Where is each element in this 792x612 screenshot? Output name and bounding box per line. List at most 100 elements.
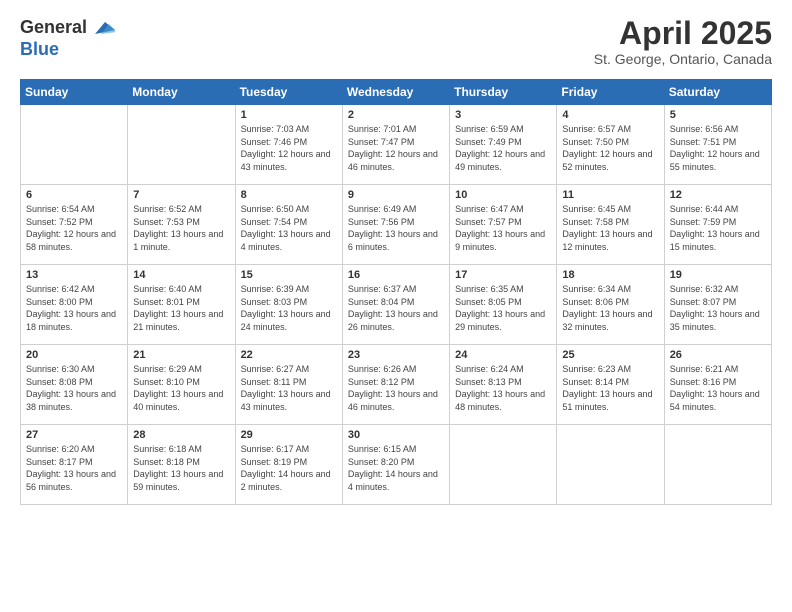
day-info: Sunrise: 6:20 AMSunset: 8:17 PMDaylight:… (26, 443, 122, 493)
day-cell (128, 105, 235, 185)
header: General Blue April 2025 St. George, Onta… (20, 16, 772, 67)
day-info: Sunrise: 6:44 AMSunset: 7:59 PMDaylight:… (670, 203, 766, 253)
day-info: Sunrise: 6:45 AMSunset: 7:58 PMDaylight:… (562, 203, 658, 253)
week-row-3: 13 Sunrise: 6:42 AMSunset: 8:00 PMDayligh… (21, 265, 772, 345)
day-number: 25 (562, 349, 658, 361)
logo-icon (91, 16, 115, 40)
week-row-2: 6Sunrise: 6:54 AMSunset: 7:52 PMDaylight… (21, 185, 772, 265)
col-sunday: Sunday (21, 80, 128, 105)
day-number: 14 (133, 269, 229, 281)
day-info: Sunrise: 6:21 AMSunset: 8:16 PMDaylight:… (670, 363, 766, 413)
day-cell: 6Sunrise: 6:54 AMSunset: 7:52 PMDaylight… (21, 185, 128, 265)
day-info: Sunrise: 7:01 AMSunset: 7:47 PMDaylight:… (348, 123, 444, 173)
day-info: Sunrise: 6:35 AMSunset: 8:05 PMDaylight:… (455, 283, 551, 333)
day-number: 27 (26, 429, 122, 441)
day-info: Sunrise: 6:29 AMSunset: 8:10 PMDaylight:… (133, 363, 229, 413)
day-cell: 22 Sunrise: 6:27 AMSunset: 8:11 PMDayligh… (235, 345, 342, 425)
day-cell: 23 Sunrise: 6:26 AMSunset: 8:12 PMDayligh… (342, 345, 449, 425)
day-cell: 12 Sunrise: 6:44 AMSunset: 7:59 PMDayligh… (664, 185, 771, 265)
day-number: 7 (133, 189, 229, 201)
day-cell: 11Sunrise: 6:45 AMSunset: 7:58 PMDayligh… (557, 185, 664, 265)
day-number: 15 (241, 269, 337, 281)
day-info: Sunrise: 6:27 AMSunset: 8:11 PMDaylight:… (241, 363, 337, 413)
day-cell: 7 Sunrise: 6:52 AMSunset: 7:53 PMDaylight… (128, 185, 235, 265)
week-row-5: 27 Sunrise: 6:20 AMSunset: 8:17 PMDayligh… (21, 425, 772, 505)
day-cell: 18Sunrise: 6:34 AMSunset: 8:06 PMDayligh… (557, 265, 664, 345)
day-info: Sunrise: 6:42 AMSunset: 8:00 PMDaylight:… (26, 283, 122, 333)
day-cell: 17 Sunrise: 6:35 AMSunset: 8:05 PMDayligh… (450, 265, 557, 345)
day-info: Sunrise: 6:57 AMSunset: 7:50 PMDaylight:… (562, 123, 658, 173)
day-info: Sunrise: 6:39 AMSunset: 8:03 PMDaylight:… (241, 283, 337, 333)
day-info: Sunrise: 6:18 AMSunset: 8:18 PMDaylight:… (133, 443, 229, 493)
day-cell: 16Sunrise: 6:37 AMSunset: 8:04 PMDayligh… (342, 265, 449, 345)
day-number: 4 (562, 109, 658, 121)
day-cell (450, 425, 557, 505)
day-number: 13 (26, 269, 122, 281)
day-cell (21, 105, 128, 185)
day-cell: 19Sunrise: 6:32 AMSunset: 8:07 PMDayligh… (664, 265, 771, 345)
day-number: 17 (455, 269, 551, 281)
day-cell: 14Sunrise: 6:40 AMSunset: 8:01 PMDayligh… (128, 265, 235, 345)
day-info: Sunrise: 6:54 AMSunset: 7:52 PMDaylight:… (26, 203, 122, 253)
day-info: Sunrise: 6:52 AMSunset: 7:53 PMDaylight:… (133, 203, 229, 253)
day-number: 30 (348, 429, 444, 441)
day-info: Sunrise: 6:30 AMSunset: 8:08 PMDaylight:… (26, 363, 122, 413)
day-number: 21 (133, 349, 229, 361)
col-wednesday: Wednesday (342, 80, 449, 105)
day-cell: 20 Sunrise: 6:30 AMSunset: 8:08 PMDayligh… (21, 345, 128, 425)
day-cell: 30 Sunrise: 6:15 AMSunset: 8:20 PMDayligh… (342, 425, 449, 505)
day-number: 5 (670, 109, 766, 121)
day-cell: 24Sunrise: 6:24 AMSunset: 8:13 PMDayligh… (450, 345, 557, 425)
day-number: 1 (241, 109, 337, 121)
day-info: Sunrise: 6:15 AMSunset: 8:20 PMDaylight:… (348, 443, 444, 493)
day-info: Sunrise: 6:50 AMSunset: 7:54 PMDaylight:… (241, 203, 337, 253)
day-info: Sunrise: 7:03 AMSunset: 7:46 PMDaylight:… (241, 123, 337, 173)
day-number: 2 (348, 109, 444, 121)
calendar-page: General Blue April 2025 St. George, Onta… (0, 0, 792, 612)
col-thursday: Thursday (450, 80, 557, 105)
col-monday: Monday (128, 80, 235, 105)
day-number: 3 (455, 109, 551, 121)
calendar-subtitle: St. George, Ontario, Canada (594, 51, 772, 67)
day-info: Sunrise: 6:56 AMSunset: 7:51 PMDaylight:… (670, 123, 766, 173)
day-info: Sunrise: 6:17 AMSunset: 8:19 PMDaylight:… (241, 443, 337, 493)
day-cell (557, 425, 664, 505)
day-number: 26 (670, 349, 766, 361)
day-cell (664, 425, 771, 505)
day-cell: 4 Sunrise: 6:57 AMSunset: 7:50 PMDaylight… (557, 105, 664, 185)
col-friday: Friday (557, 80, 664, 105)
day-number: 29 (241, 429, 337, 441)
day-cell: 26 Sunrise: 6:21 AMSunset: 8:16 PMDayligh… (664, 345, 771, 425)
day-number: 23 (348, 349, 444, 361)
day-number: 8 (241, 189, 337, 201)
day-number: 12 (670, 189, 766, 201)
day-number: 22 (241, 349, 337, 361)
day-number: 9 (348, 189, 444, 201)
day-info: Sunrise: 6:34 AMSunset: 8:06 PMDaylight:… (562, 283, 658, 333)
day-info: Sunrise: 6:32 AMSunset: 8:07 PMDaylight:… (670, 283, 766, 333)
day-cell: 9 Sunrise: 6:49 AMSunset: 7:56 PMDaylight… (342, 185, 449, 265)
calendar-header: Sunday Monday Tuesday Wednesday Thursday… (21, 80, 772, 105)
calendar-table: Sunday Monday Tuesday Wednesday Thursday… (20, 79, 772, 505)
day-number: 28 (133, 429, 229, 441)
day-number: 20 (26, 349, 122, 361)
day-info: Sunrise: 6:23 AMSunset: 8:14 PMDaylight:… (562, 363, 658, 413)
calendar-title: April 2025 (594, 16, 772, 51)
col-saturday: Saturday (664, 80, 771, 105)
calendar-body: 1 Sunrise: 7:03 AMSunset: 7:46 PMDaylight… (21, 105, 772, 505)
day-info: Sunrise: 6:24 AMSunset: 8:13 PMDaylight:… (455, 363, 551, 413)
day-cell: 13 Sunrise: 6:42 AMSunset: 8:00 PMDayligh… (21, 265, 128, 345)
day-cell: 3Sunrise: 6:59 AMSunset: 7:49 PMDaylight… (450, 105, 557, 185)
day-cell: 8 Sunrise: 6:50 AMSunset: 7:54 PMDaylight… (235, 185, 342, 265)
logo-blue: Blue (20, 40, 115, 60)
day-info: Sunrise: 6:26 AMSunset: 8:12 PMDaylight:… (348, 363, 444, 413)
day-info: Sunrise: 6:49 AMSunset: 7:56 PMDaylight:… (348, 203, 444, 253)
col-tuesday: Tuesday (235, 80, 342, 105)
week-row-4: 20 Sunrise: 6:30 AMSunset: 8:08 PMDayligh… (21, 345, 772, 425)
day-cell: 5 Sunrise: 6:56 AMSunset: 7:51 PMDaylight… (664, 105, 771, 185)
logo-text: General Blue (20, 16, 115, 60)
logo-general: General (20, 18, 87, 38)
day-cell: 2 Sunrise: 7:01 AMSunset: 7:47 PMDaylight… (342, 105, 449, 185)
day-number: 10 (455, 189, 551, 201)
day-cell: 1 Sunrise: 7:03 AMSunset: 7:46 PMDaylight… (235, 105, 342, 185)
